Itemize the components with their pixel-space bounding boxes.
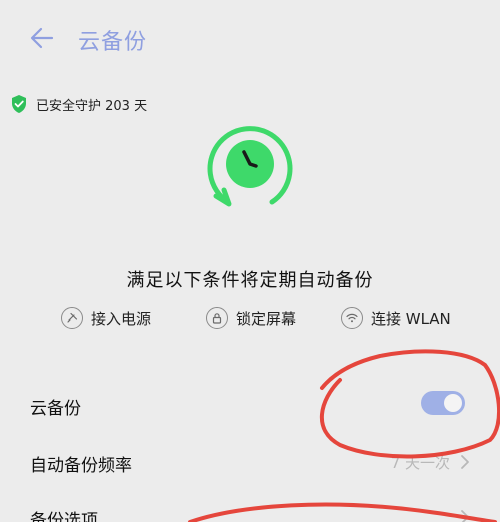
settings-row-options[interactable]: 备份选项 (0, 490, 500, 522)
shield-check-icon (12, 95, 26, 113)
cloud-backup-toggle[interactable] (421, 391, 465, 415)
page-title: 云备份 (78, 30, 148, 55)
header: 云备份 (0, 0, 500, 80)
protection-days-text: 已安全守护 203 天 (36, 98, 148, 114)
toggle-knob (444, 394, 462, 412)
frequency-label: 自动备份频率 (30, 456, 132, 476)
condition-wlan-label: 连接 WLAN (371, 309, 451, 328)
lock-icon (206, 307, 228, 329)
protection-status: 已安全守护 203 天 (10, 94, 147, 114)
cloud-backup-label: 云备份 (30, 399, 81, 419)
condition-wlan: 连接 WLAN (341, 306, 451, 330)
frequency-value: 7 天一次 (390, 454, 450, 472)
condition-lock-label: 锁定屏幕 (236, 309, 297, 328)
back-arrow-icon[interactable] (26, 22, 58, 54)
chevron-right-icon (458, 453, 472, 471)
condition-power-label: 接入电源 (91, 309, 152, 328)
options-label: 备份选项 (30, 511, 98, 522)
chevron-right-icon (458, 508, 472, 522)
condition-power: 接入电源 (61, 306, 151, 330)
condition-lock: 锁定屏幕 (206, 306, 296, 330)
wifi-icon (341, 307, 363, 329)
settings-row-frequency[interactable]: 自动备份频率 7 天一次 (0, 433, 500, 489)
conditions-title: 满足以下条件将定期自动备份 (126, 270, 374, 291)
backup-clock-icon (200, 118, 300, 218)
power-plug-icon (61, 307, 83, 329)
